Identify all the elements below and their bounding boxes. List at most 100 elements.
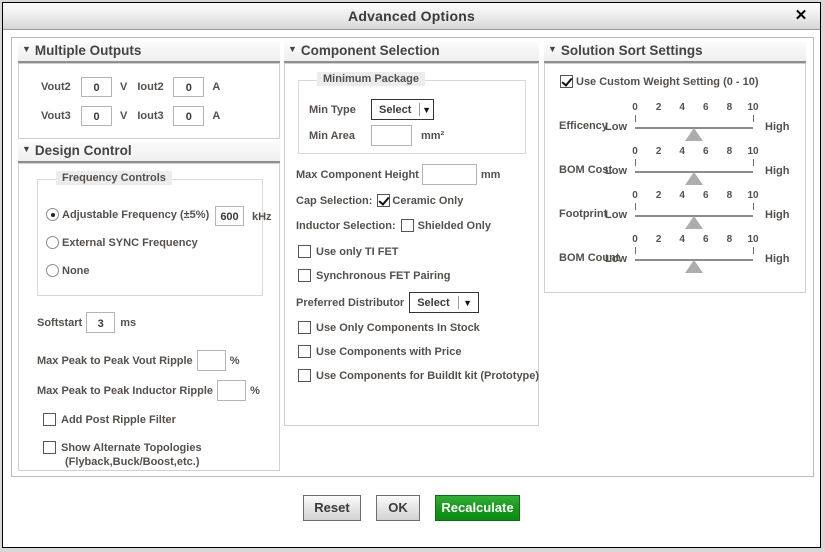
inductor-ripple-input[interactable] bbox=[217, 380, 247, 401]
checkbox-add-post-ripple-filter[interactable]: Add Post Ripple Filter bbox=[43, 413, 176, 426]
tick-8: 8 bbox=[726, 234, 733, 245]
slider-low-label: Low bbox=[605, 165, 627, 177]
slider-bom-cost[interactable]: BOM Cost 0 2 4 6 8 10 Low High bbox=[559, 146, 799, 186]
max-component-height-input[interactable] bbox=[421, 164, 477, 185]
use-components-for-buildit-kit-box[interactable] bbox=[298, 369, 311, 382]
min-area-input[interactable] bbox=[371, 125, 412, 146]
chevron-down-icon[interactable]: ▼ bbox=[459, 298, 477, 308]
vout2-input[interactable]: 0 bbox=[81, 77, 112, 97]
close-icon[interactable]: ✕ bbox=[792, 7, 810, 25]
inductor-selection-row[interactable]: Inductor Selection: Shielded Only bbox=[296, 219, 491, 232]
iout3-unit: A bbox=[212, 110, 221, 122]
radio-none[interactable]: None bbox=[46, 264, 90, 277]
use-only-components-in-stock-label: Use Only Components In Stock bbox=[316, 321, 480, 334]
inductor-ripple-label: Max Peak to Peak Inductor Ripple bbox=[37, 384, 214, 397]
add-post-ripple-filter-box[interactable] bbox=[43, 413, 56, 426]
dialog-footer: Reset OK Recalculate bbox=[3, 495, 820, 521]
checkbox-use-only-components-in-stock[interactable]: Use Only Components In Stock bbox=[298, 321, 480, 334]
multiple-outputs-header[interactable]: ▼ Multiple Outputs bbox=[18, 42, 280, 63]
reset-button[interactable]: Reset bbox=[303, 495, 361, 521]
use-only-ti-fet-label: Use only TI FET bbox=[316, 245, 399, 258]
inductor-selection-shielded-only-label: Shielded Only bbox=[417, 219, 491, 232]
slider-bom-cost-thumb[interactable] bbox=[685, 172, 703, 185]
slider-footprint-ticks: 0 2 4 6 8 10 bbox=[632, 190, 758, 202]
preferred-distributor-select[interactable]: Select ▼ bbox=[409, 292, 480, 313]
vout2-label: Vout2 bbox=[41, 81, 71, 93]
checkbox-use-custom-weight[interactable]: Use Custom Weight Setting (0 - 10) bbox=[560, 75, 759, 88]
checkbox-show-alternate-topologies[interactable]: Show Alternate Topologies bbox=[43, 441, 202, 454]
slider-footprint-track-wrap[interactable]: Low High bbox=[605, 203, 789, 229]
checkbox-synchronous-fet-pairing[interactable]: Synchronous FET Pairing bbox=[298, 269, 450, 282]
tick-2: 2 bbox=[655, 146, 662, 157]
synchronous-fet-pairing-label: Synchronous FET Pairing bbox=[316, 269, 451, 282]
checkbox-use-components-with-price[interactable]: Use Components with Price bbox=[298, 345, 461, 358]
use-only-components-in-stock-box[interactable] bbox=[298, 321, 311, 334]
min-type-select[interactable]: Select ▼ bbox=[371, 99, 434, 120]
slider-efficiency-thumb[interactable] bbox=[685, 128, 703, 141]
radio-adjustable-frequency-indicator[interactable] bbox=[46, 208, 59, 221]
cap-selection-ceramic-only-box[interactable] bbox=[377, 194, 391, 207]
synchronous-fet-pairing-box[interactable] bbox=[298, 269, 311, 282]
slider-bom-count-track[interactable] bbox=[635, 247, 754, 273]
slider-bom-cost-track-wrap[interactable]: Low High bbox=[605, 159, 789, 185]
inductor-selection-shielded-only-box[interactable] bbox=[400, 219, 414, 232]
dialog-title: Advanced Options bbox=[348, 8, 475, 24]
design-control-header[interactable]: ▼ Design Control bbox=[18, 142, 280, 163]
slider-bom-count-ticks: 0 2 4 6 8 10 bbox=[632, 234, 758, 246]
radio-external-sync[interactable]: External SYNC Frequency bbox=[46, 236, 198, 249]
ok-button[interactable]: OK bbox=[376, 495, 420, 521]
min-area-row: Min Area mm² bbox=[309, 125, 444, 146]
slider-efficiency-label: Efficency bbox=[559, 120, 608, 132]
design-control-box: Frequency Controls Adjustable Frequency … bbox=[18, 163, 280, 471]
tick-10: 10 bbox=[747, 146, 759, 157]
slider-footprint[interactable]: Footprint 0 2 4 6 8 10 Low High bbox=[559, 190, 799, 230]
radio-external-sync-label: External SYNC Frequency bbox=[62, 236, 198, 249]
component-selection-header[interactable]: ▼ Component Selection bbox=[284, 42, 539, 63]
slider-bom-count-track-wrap[interactable]: Low High bbox=[605, 247, 789, 273]
slider-bom-cost-track[interactable] bbox=[635, 159, 754, 185]
chevron-down-icon: ▼ bbox=[22, 144, 31, 154]
recalculate-button[interactable]: Recalculate bbox=[435, 495, 520, 521]
slider-efficiency-ticks: 0 2 4 6 8 10 bbox=[632, 102, 758, 114]
use-only-ti-fet-box[interactable] bbox=[298, 245, 311, 258]
slider-efficiency-track-wrap[interactable]: Low High bbox=[605, 115, 789, 141]
solution-sort-header[interactable]: ▼ Solution Sort Settings bbox=[544, 42, 806, 63]
max-component-height-label: Max Component Height bbox=[296, 168, 419, 181]
tick-8: 8 bbox=[726, 190, 733, 201]
cap-selection-label: Cap Selection: bbox=[296, 194, 373, 207]
slider-efficiency[interactable]: Efficency 0 2 4 6 8 10 Low High bbox=[559, 102, 799, 142]
slider-high-label: High bbox=[765, 209, 790, 221]
slider-bom-count[interactable]: BOM Count 0 2 4 6 8 10 Low High bbox=[559, 234, 799, 274]
checkbox-use-only-ti-fet[interactable]: Use only TI FET bbox=[298, 245, 399, 258]
show-alternate-topologies-box[interactable] bbox=[43, 441, 56, 454]
checkbox-use-components-for-buildit-kit[interactable]: Use Components for BuildIt kit (Prototyp… bbox=[298, 369, 539, 382]
vout-ripple-input[interactable] bbox=[196, 350, 226, 371]
show-alternate-topologies-sublabel: (Flyback,Buck/Boost,etc.) bbox=[65, 456, 200, 468]
slider-low-label: Low bbox=[605, 121, 627, 133]
radio-adjustable-frequency[interactable]: Adjustable Frequency (±5%) bbox=[46, 208, 209, 221]
tick-10: 10 bbox=[747, 190, 759, 201]
slider-footprint-thumb[interactable] bbox=[685, 216, 703, 229]
vout3-input[interactable]: 0 bbox=[81, 106, 112, 126]
radio-none-label: None bbox=[62, 264, 90, 277]
slider-footprint-track[interactable] bbox=[635, 203, 754, 229]
preferred-distributor-row: Preferred Distributor Select ▼ bbox=[296, 292, 480, 313]
panel-component-selection: ▼ Component Selection Minimum Package Min… bbox=[284, 42, 539, 426]
chevron-down-icon[interactable]: ▼ bbox=[420, 105, 433, 115]
radio-none-indicator[interactable] bbox=[46, 264, 59, 277]
frequency-input[interactable]: 600 bbox=[215, 206, 244, 226]
iout2-input[interactable]: 0 bbox=[173, 77, 205, 97]
inductor-ripple-row: Max Peak to Peak Inductor Ripple % bbox=[37, 380, 260, 401]
slider-efficiency-track[interactable] bbox=[635, 115, 754, 141]
iout3-input[interactable]: 0 bbox=[173, 106, 205, 126]
min-type-select-value: Select bbox=[379, 103, 412, 116]
radio-external-sync-indicator[interactable] bbox=[46, 236, 59, 249]
softstart-input[interactable]: 3 bbox=[86, 312, 116, 333]
frequency-controls-group: Frequency Controls Adjustable Frequency … bbox=[37, 171, 272, 296]
use-custom-weight-box[interactable] bbox=[560, 75, 573, 88]
design-control-title: Design Control bbox=[34, 143, 132, 158]
use-components-with-price-box[interactable] bbox=[298, 345, 311, 358]
slider-bom-count-thumb[interactable] bbox=[685, 260, 703, 273]
min-type-row: Min Type Select ▼ bbox=[309, 99, 434, 120]
cap-selection-row[interactable]: Cap Selection: Ceramic Only bbox=[296, 194, 463, 207]
